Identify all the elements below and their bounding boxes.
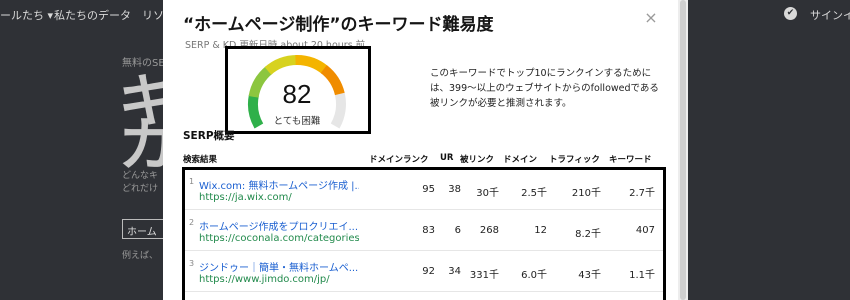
keyword-difficulty-modal: “ホームページ制作”のキーワード難易度 × SERP & KD 更新日時 abo…: [163, 0, 678, 300]
col-header-domain-rank[interactable]: ドメインランク: [369, 153, 429, 165]
gauge-fill-segment: [264, 55, 298, 75]
col-header-ur[interactable]: UR: [440, 153, 453, 163]
example-text: 例えば、: [122, 251, 159, 261]
cell-keywords: 407: [635, 225, 655, 236]
col-header-keywords[interactable]: キーワード: [609, 153, 652, 165]
table-row: 2 ホームページ作成をプロクリエイ... https://coconala.co…: [185, 211, 663, 251]
cell-traffic: 210千: [571, 188, 601, 199]
close-icon[interactable]: ×: [643, 10, 659, 26]
cell-backlinks: 331千: [469, 270, 499, 281]
difficulty-score: 82: [282, 79, 312, 109]
col-header-result: 検索結果: [183, 155, 218, 165]
gauge-track: [330, 92, 346, 129]
hero-subtitle-line-1: どんなキ: [122, 171, 159, 181]
cell-domains: 12: [534, 225, 547, 236]
cell-ur: 38: [448, 184, 461, 195]
cell-traffic: 43千: [578, 270, 601, 281]
result-url-link[interactable]: https://www.jimdo.com/jp/: [199, 274, 359, 285]
modal-scrollbar-thumb[interactable]: [680, 0, 686, 300]
serp-table-header: 検索結果 ドメインランク UR 被リンク ドメイン トラフィック キーワード: [183, 153, 658, 167]
col-header-domains[interactable]: ドメイン: [503, 153, 537, 165]
result-url-link[interactable]: https://ja.wix.com/: [199, 192, 359, 203]
gauge-fill-segment: [248, 94, 264, 129]
cell-ur: 6: [454, 225, 461, 236]
serp-table-highlight-frame: 1 Wix.com: 無料ホームページ作成 |... https://ja.wi…: [182, 167, 666, 300]
row-rank: 1: [189, 177, 195, 186]
nav-item-tools[interactable]: ールたち ▾: [0, 7, 53, 23]
difficulty-description: このキーワードでトップ10にランクインするためには、399〜以上のウェブサイトか…: [430, 68, 659, 109]
globe-icon[interactable]: ✔: [784, 7, 797, 20]
gauge-fill-segment: [295, 55, 329, 75]
signin-link[interactable]: サインイ: [810, 7, 850, 23]
result-url-link[interactable]: https://coconala.com/categories...: [199, 233, 359, 244]
row-rank: 3: [189, 259, 195, 268]
col-header-backlinks[interactable]: 被リンク: [460, 153, 494, 165]
cell-domain-rank: 83: [422, 225, 435, 236]
cell-backlinks: 30千: [476, 188, 499, 199]
table-row: 3 ジンドゥー｜簡単・無料ホームペ... https://www.jimdo.c…: [185, 252, 663, 292]
cell-keywords: 2.7千: [629, 188, 655, 199]
cell-domains: 2.5千: [521, 188, 547, 199]
result-title-link[interactable]: ジンドゥー｜簡単・無料ホームペ...: [199, 259, 359, 274]
cell-domains: 6.0千: [521, 270, 547, 281]
cell-backlinks: 268: [479, 225, 499, 236]
nav-item-resources[interactable]: リソ: [142, 7, 164, 23]
table-row: 1 Wix.com: 無料ホームページ作成 |... https://ja.wi…: [185, 170, 663, 210]
serp-overview-heading: SERP概要: [183, 130, 235, 142]
col-header-traffic[interactable]: トラフィック: [549, 153, 600, 165]
cell-domain-rank: 92: [422, 266, 435, 277]
nav-item-our-data[interactable]: 私たちのデータ: [54, 7, 131, 23]
cell-keywords: 1.1千: [629, 270, 655, 281]
row-rank: 2: [189, 218, 195, 227]
cell-domain-rank: 95: [422, 184, 435, 195]
difficulty-label: とても困難: [273, 116, 321, 127]
cell-traffic: 8.2千: [575, 229, 601, 240]
result-title-link[interactable]: ホームページ作成をプロクリエイ...: [199, 218, 359, 233]
result-title-link[interactable]: Wix.com: 無料ホームページ作成 |...: [199, 177, 359, 192]
hero-subtitle-line-2: どれだけ: [122, 184, 159, 194]
modal-title: “ホームページ制作”のキーワード難易度: [183, 15, 494, 35]
cell-ur: 34: [448, 266, 461, 277]
